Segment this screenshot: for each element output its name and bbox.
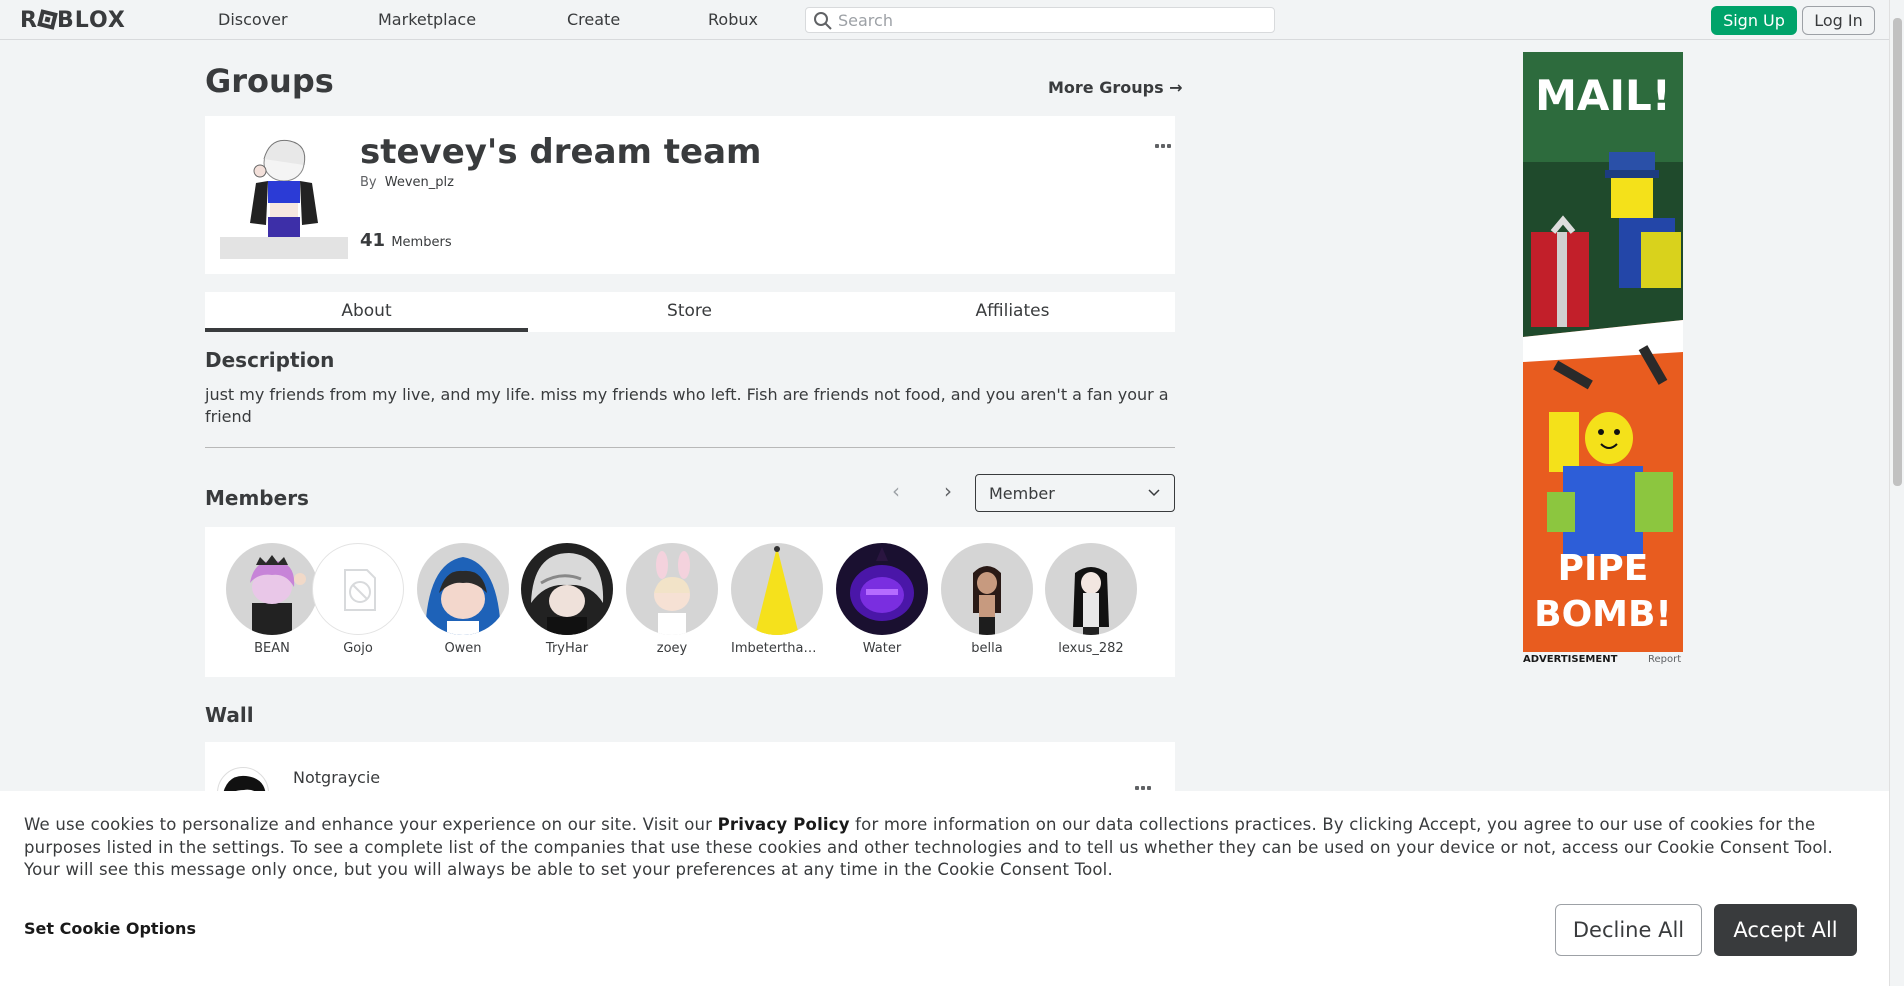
nav-create[interactable]: Create: [567, 10, 620, 29]
wall-title: Wall: [205, 703, 254, 727]
top-navigation-bar: R BLOX Discover Marketplace Create Robux …: [0, 0, 1904, 40]
member-name[interactable]: zoey: [626, 641, 718, 656]
member-card[interactable]: Water: [836, 543, 928, 656]
group-tabs: About Store Affiliates: [205, 292, 1175, 332]
chevron-down-icon: [1148, 489, 1160, 497]
scrollbar-thumb[interactable]: [1893, 18, 1902, 486]
member-avatar[interactable]: [731, 543, 823, 635]
group-emblem: [220, 131, 348, 259]
member-card[interactable]: Owen: [417, 543, 509, 656]
member-card[interactable]: bella: [941, 543, 1033, 656]
search-icon: [814, 12, 832, 30]
member-card[interactable]: Gojo: [312, 543, 404, 656]
members-list: BEAN Gojo Owen TryHar zoey Imbeterthan..…: [205, 527, 1175, 677]
wall-post-author[interactable]: Notgraycie: [293, 768, 380, 787]
set-cookie-options-link[interactable]: Set Cookie Options: [24, 919, 196, 938]
member-avatar[interactable]: [941, 543, 1033, 635]
member-card[interactable]: BEAN: [226, 543, 318, 656]
member-name[interactable]: lexus_282: [1045, 641, 1137, 656]
member-name[interactable]: Gojo: [312, 641, 404, 656]
group-member-count: 41 Members: [360, 230, 452, 251]
member-card[interactable]: TryHar: [521, 543, 613, 656]
tab-about[interactable]: About: [205, 292, 528, 332]
group-header-card: stevey's dream team By Weven_plz 41 Memb…: [205, 116, 1175, 274]
member-avatar[interactable]: [521, 543, 613, 635]
ad-headline-top: MAIL!: [1535, 71, 1671, 120]
member-name[interactable]: TryHar: [521, 641, 613, 656]
group-name: stevey's dream team: [360, 132, 762, 172]
member-count-value: 41: [360, 230, 386, 251]
member-name[interactable]: BEAN: [226, 641, 318, 656]
member-card[interactable]: lexus_282: [1045, 543, 1137, 656]
roblox-logo[interactable]: R BLOX: [20, 8, 126, 33]
nav-discover[interactable]: Discover: [218, 10, 288, 29]
member-name[interactable]: Owen: [417, 641, 509, 656]
wall-post: Notgraycie: [205, 742, 1175, 819]
report-ad-link[interactable]: Report: [1648, 654, 1681, 665]
role-select-value: Member: [989, 484, 1055, 503]
ad-headline-bottom-1: PIPE: [1558, 548, 1649, 589]
description-title: Description: [205, 348, 335, 372]
member-avatar[interactable]: [226, 543, 318, 635]
more-groups-link[interactable]: More Groups →: [1048, 78, 1183, 97]
sign-up-button[interactable]: Sign Up: [1711, 6, 1797, 35]
member-count-label: Members: [391, 235, 452, 250]
member-card[interactable]: zoey: [626, 543, 718, 656]
member-name[interactable]: Imbeterthan...: [731, 641, 823, 656]
group-owner-link[interactable]: Weven_plz: [385, 175, 454, 190]
section-divider: [205, 447, 1175, 448]
member-name[interactable]: bella: [941, 641, 1033, 656]
accept-all-button[interactable]: Accept All: [1714, 904, 1857, 956]
role-select-dropdown[interactable]: Member: [975, 474, 1175, 512]
member-avatar[interactable]: [836, 543, 928, 635]
broken-image-icon: [344, 569, 376, 611]
members-title: Members: [205, 486, 309, 510]
page-scrollbar[interactable]: [1889, 0, 1904, 986]
group-more-options-icon[interactable]: [1155, 133, 1175, 148]
tab-affiliates[interactable]: Affiliates: [851, 292, 1174, 332]
search-input[interactable]: [838, 10, 1268, 30]
by-label: By: [360, 175, 377, 190]
page-title: Groups: [205, 62, 334, 100]
members-next-page-icon[interactable]: ›: [936, 480, 960, 504]
group-owner-line: By Weven_plz: [360, 175, 454, 190]
nav-robux[interactable]: Robux: [708, 10, 758, 29]
advertisement-label: ADVERTISEMENT: [1523, 654, 1618, 665]
member-name[interactable]: Water: [836, 641, 928, 656]
decline-all-button[interactable]: Decline All: [1555, 904, 1702, 956]
members-prev-page-icon[interactable]: ‹: [884, 480, 908, 504]
advertisement-banner[interactable]: MAIL! PIPE BOMB!: [1523, 52, 1683, 652]
ad-headline-bottom-2: BOMB!: [1534, 594, 1672, 635]
search-box[interactable]: [805, 7, 1275, 33]
member-avatar[interactable]: [417, 543, 509, 635]
privacy-policy-link[interactable]: Privacy Policy: [718, 815, 850, 834]
member-avatar[interactable]: [626, 543, 718, 635]
member-card[interactable]: Imbeterthan...: [731, 543, 823, 656]
cookie-consent-banner: We use cookies to personalize and enhanc…: [0, 791, 1889, 986]
nav-marketplace[interactable]: Marketplace: [378, 10, 476, 29]
cookie-text-before: We use cookies to personalize and enhanc…: [24, 815, 718, 834]
cookie-message: We use cookies to personalize and enhanc…: [24, 814, 1869, 882]
wall-post-options-icon[interactable]: [1135, 775, 1155, 790]
member-avatar[interactable]: [1045, 543, 1137, 635]
tab-store[interactable]: Store: [528, 292, 851, 332]
log-in-button[interactable]: Log In: [1802, 6, 1875, 35]
member-avatar-placeholder[interactable]: [312, 543, 404, 635]
description-text: just my friends from my live, and my lif…: [205, 385, 1169, 426]
